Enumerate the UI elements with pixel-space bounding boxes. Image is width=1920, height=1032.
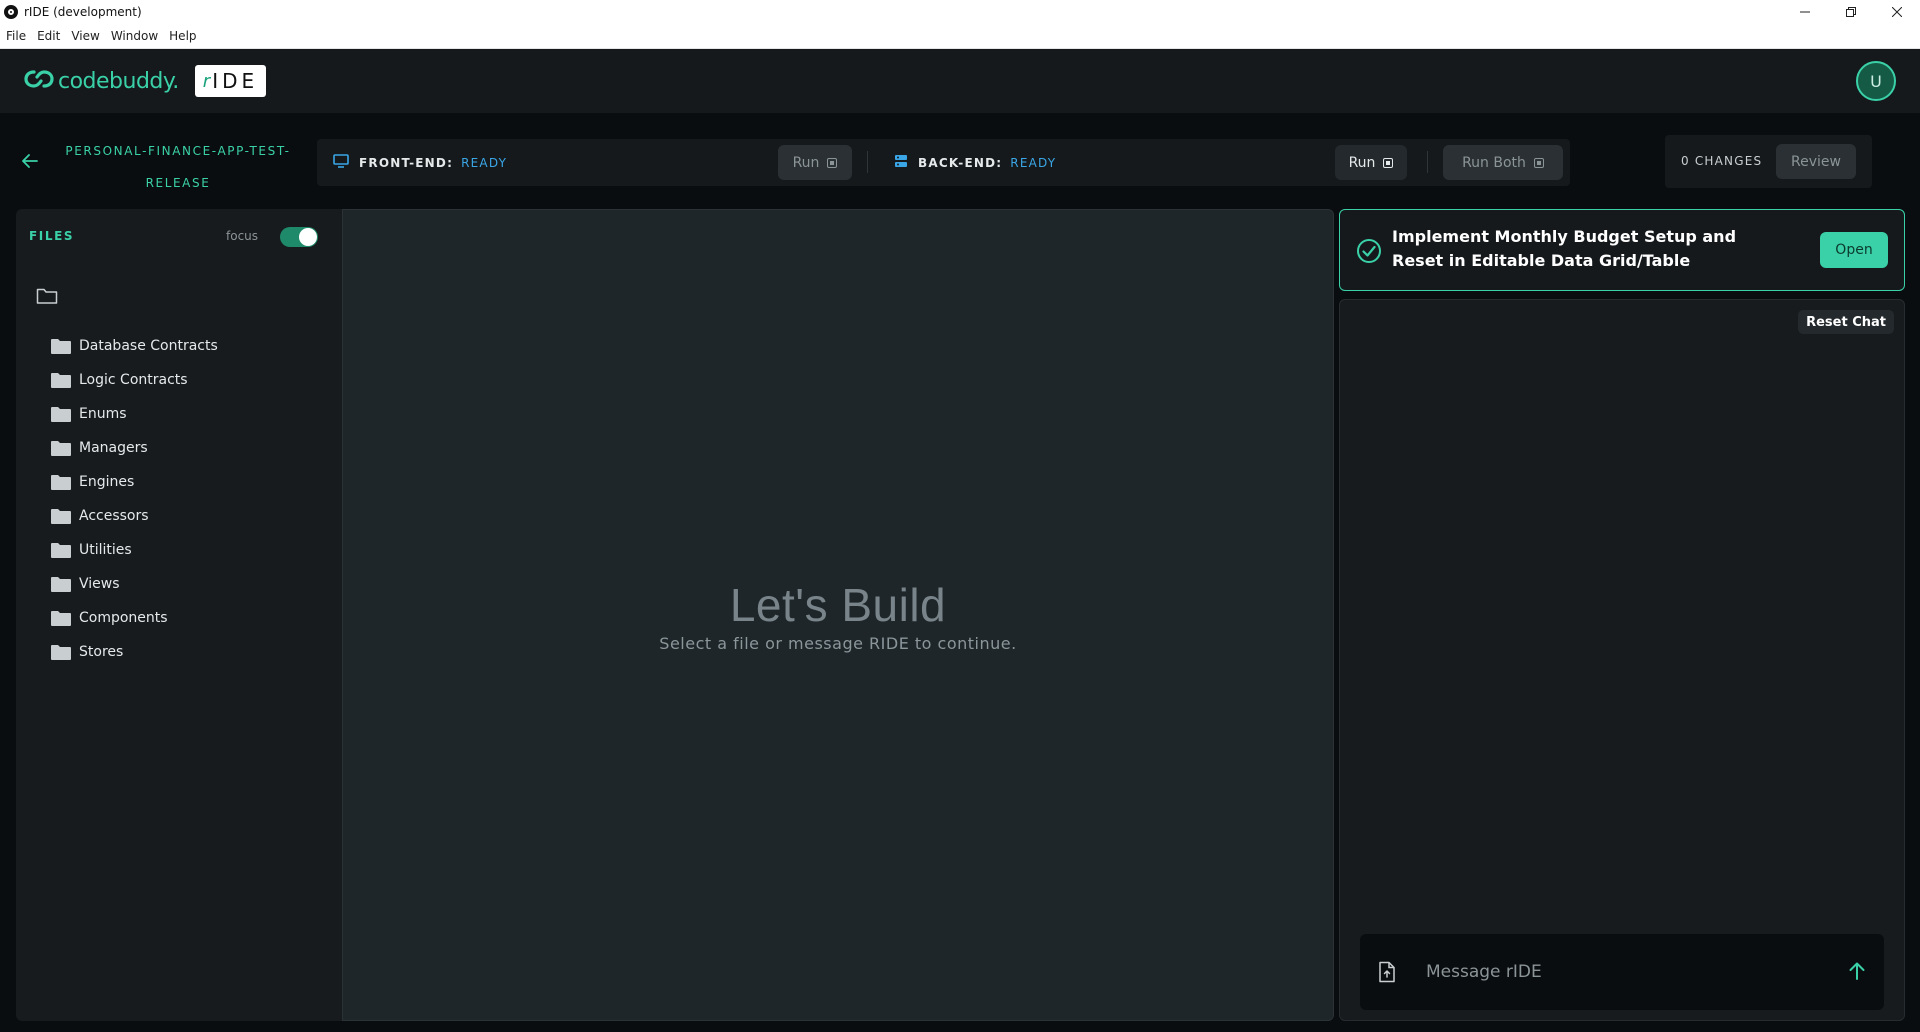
ride-badge-prefix: r [202,70,211,92]
frontend-label: FRONT-END: [359,155,454,170]
ride-badge: r IDE [194,65,267,97]
files-panel: FILES focus Database Contracts Logic Con… [16,209,342,1021]
folder-label: Enums [79,406,127,422]
folder-icon [51,474,71,490]
menu-view[interactable]: View [71,29,99,43]
reset-chat-button[interactable]: Reset Chat [1798,310,1894,334]
ride-badge-text: IDE [212,69,259,93]
tree-folder-stores[interactable]: Stores [51,635,218,669]
backend-label: BACK-END: [918,155,1003,170]
frontend-run-label: Run [792,154,820,171]
window-titlebar: rIDE (development) [0,0,1920,23]
frontend-status-value: READY [461,155,508,170]
folder-label: Database Contracts [79,338,218,354]
tree-folder-engines[interactable]: Engines [51,465,218,499]
tree-folder-components[interactable]: Components [51,601,218,635]
changes-panel: 0 CHANGES Review [1665,135,1872,188]
monitor-icon [333,154,349,171]
folder-label: Utilities [79,542,132,558]
server-icon [894,154,908,171]
chat-composer [1360,934,1884,1010]
tree-folder-database-contracts[interactable]: Database Contracts [51,329,218,363]
send-arrow-icon[interactable] [1848,961,1866,985]
frontend-run-button[interactable]: Run [778,145,852,180]
folder-label: Logic Contracts [79,372,188,388]
user-avatar[interactable]: U [1856,61,1896,101]
run-panel: FRONT-END: READY Run BACK-END: READY Run… [317,139,1570,186]
toggle-knob [299,228,317,246]
app-logo-icon [4,4,18,19]
frontend-status: FRONT-END: READY [333,139,507,186]
tree-folder-views[interactable]: Views [51,567,218,601]
stop-square-icon [827,157,838,168]
folder-label: Views [79,576,120,592]
task-card: Implement Monthly Budget Setup and Reset… [1339,209,1905,291]
stop-square-icon [1383,157,1394,168]
file-tree: Database Contracts Logic Contracts Enums… [51,329,218,669]
run-both-button[interactable]: Run Both [1443,145,1563,180]
tree-folder-accessors[interactable]: Accessors [51,499,218,533]
menu-help[interactable]: Help [169,29,196,43]
project-name: PERSONAL-FINANCE-APP-TEST-RELEASE [65,144,291,190]
folder-label: Engines [79,474,135,490]
folder-icon [51,576,71,592]
tree-folder-utilities[interactable]: Utilities [51,533,218,567]
backend-run-label: Run [1348,154,1376,171]
folder-label: Managers [79,440,148,456]
tree-folder-enums[interactable]: Enums [51,397,218,431]
app-header: codebuddy. r IDE U [0,49,1920,113]
close-icon[interactable] [1874,0,1920,23]
empty-state-subheading: Select a file or message RIDE to continu… [659,634,1017,653]
codebuddy-logo-icon [24,68,54,94]
check-circle-icon [1356,238,1382,268]
folder-icon [51,440,71,456]
project-bar: PERSONAL-FINANCE-APP-TEST-RELEASE FRONT-… [0,113,1920,209]
files-title: FILES [29,229,75,243]
attach-file-icon[interactable] [1378,961,1396,987]
back-arrow-icon[interactable] [22,153,38,172]
restore-icon[interactable] [1828,0,1874,23]
divider [867,151,868,173]
folder-icon [51,644,71,660]
menu-bar: File Edit View Window Help [0,23,1920,49]
folder-icon [51,508,71,524]
menu-edit[interactable]: Edit [37,29,60,43]
folder-label: Accessors [79,508,149,524]
folder-label: Components [79,610,168,626]
tree-folder-logic-contracts[interactable]: Logic Contracts [51,363,218,397]
folder-icon [51,372,71,388]
focus-toggle[interactable] [280,227,318,247]
divider [1427,151,1428,173]
folder-icon [51,542,71,558]
menu-window[interactable]: Window [111,29,158,43]
empty-state-heading: Let's Build [729,579,947,631]
folder-label: Stores [79,644,124,660]
minimize-icon[interactable] [1782,0,1828,23]
review-button[interactable]: Review [1776,144,1856,179]
brand-name: codebuddy. [58,68,179,94]
open-task-button[interactable]: Open [1820,232,1888,268]
backend-run-button[interactable]: Run [1335,145,1407,180]
brand[interactable]: codebuddy. [24,68,179,94]
folder-icon [51,610,71,626]
backend-status: BACK-END: READY [894,139,1056,186]
editor-area[interactable]: Let's Build Select a file or message RID… [342,209,1334,1021]
folder-icon [51,406,71,422]
tree-folder-managers[interactable]: Managers [51,431,218,465]
window-title: rIDE (development) [24,4,142,19]
backend-status-value: READY [1010,155,1057,170]
chat-panel: Reset Chat [1339,299,1905,1021]
stop-square-icon [1533,157,1544,168]
menu-file[interactable]: File [6,29,26,43]
folder-icon [51,338,71,354]
changes-count: 0 CHANGES [1681,154,1763,168]
run-both-label: Run Both [1462,154,1526,171]
task-title: Implement Monthly Budget Setup and Reset… [1392,227,1737,270]
focus-label: focus [226,229,259,243]
message-input[interactable] [1426,952,1826,992]
folder-outline-icon[interactable] [36,287,58,309]
